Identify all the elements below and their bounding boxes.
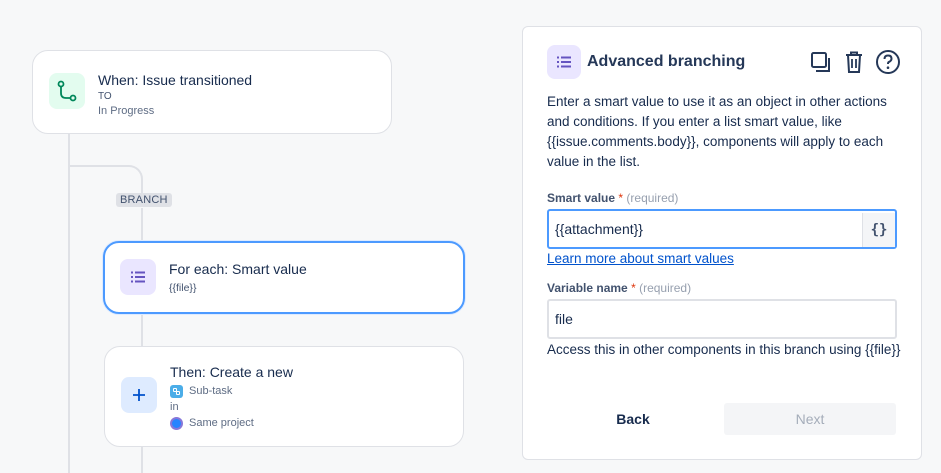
connector-line-branch [141, 208, 143, 244]
required-hint: (required) [626, 191, 679, 205]
variable-name-label: Variable name * (required) [547, 281, 691, 295]
connector-line-branch-3 [141, 447, 143, 473]
panel-actions [807, 49, 901, 75]
action-card[interactable]: Then: Create a new Sub-task in Same proj… [104, 346, 464, 447]
back-button[interactable]: Back [547, 403, 719, 435]
variable-name-label-text: Variable name [547, 281, 628, 295]
required-mark: * [631, 281, 636, 295]
trigger-status: In Progress [98, 105, 155, 117]
config-panel: Advanced branching Enter a smart value t… [522, 26, 922, 460]
project-avatar-icon [170, 417, 183, 430]
action-in-label: in [170, 401, 179, 413]
panel-header: Advanced branching [547, 45, 901, 79]
learn-more-link[interactable]: Learn more about smart values [547, 251, 734, 266]
list-icon [120, 259, 156, 295]
branch-path-icon [49, 73, 85, 109]
action-project: Same project [189, 417, 254, 429]
trigger-card[interactable]: When: Issue transitioned TO In Progress [32, 50, 392, 134]
branch-title: For each: Smart value [169, 261, 307, 277]
help-icon[interactable] [875, 49, 901, 75]
smart-value-picker-button[interactable]: {} [862, 213, 895, 247]
variable-name-input[interactable] [547, 299, 897, 339]
subtask-icon [170, 385, 183, 398]
list-icon [547, 45, 581, 79]
panel-description: Enter a smart value to use it as an obje… [547, 94, 887, 169]
required-mark: * [618, 191, 624, 205]
branch-label: BRANCH [116, 193, 172, 207]
required-hint: (required) [639, 281, 692, 295]
smart-value-label-text: Smart value [547, 191, 616, 205]
trigger-to-label: TO [98, 91, 112, 102]
trash-icon[interactable] [841, 49, 867, 75]
connector-branch-curve [68, 165, 143, 195]
panel-title: Advanced branching [587, 53, 746, 70]
smart-value-label: Smart value * (required) [547, 191, 678, 205]
branch-card[interactable]: For each: Smart value {{file}} [103, 241, 465, 314]
smart-value-input[interactable] [547, 209, 897, 249]
trigger-title: When: Issue transitioned [98, 72, 253, 88]
rule-canvas: When: Issue transitioned TO In Progress … [0, 0, 520, 473]
action-issue-type: Sub-task [189, 385, 233, 397]
action-title: Then: Create a new [170, 364, 293, 380]
plus-icon [121, 377, 157, 413]
branch-value: {{file}} [169, 282, 197, 294]
connector-line-branch-2 [141, 313, 143, 347]
variable-help-text: Access this in other components in this … [547, 342, 901, 357]
next-button[interactable]: Next [724, 403, 896, 435]
duplicate-icon[interactable] [807, 49, 833, 75]
